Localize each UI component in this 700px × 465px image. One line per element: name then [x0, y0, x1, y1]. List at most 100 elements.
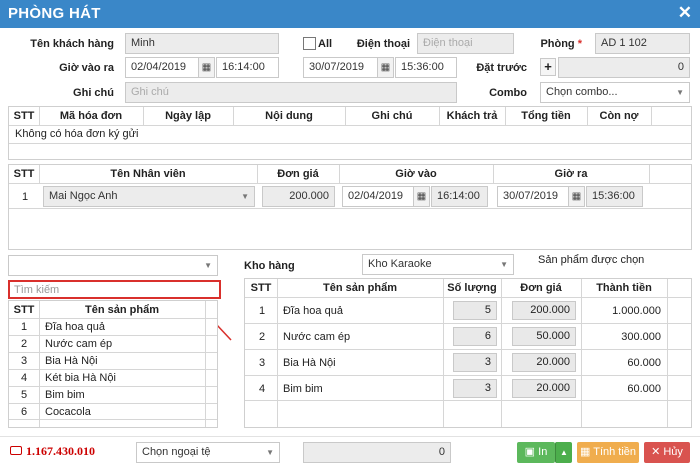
- combo-value: Chọn combo...: [546, 86, 618, 98]
- staff-out-date-input[interactable]: 30/07/2019: [497, 186, 569, 207]
- qty-input[interactable]: 5: [453, 301, 497, 320]
- qty-input[interactable]: 3: [453, 353, 497, 372]
- chevron-down-icon: ▼: [266, 448, 274, 457]
- item-stt: 1: [21, 321, 28, 333]
- staff-name: Mai Ngọc Anh: [49, 190, 118, 202]
- table-row[interactable]: 1 Đĩa hoa quả 5 200.000 1.000.000: [245, 297, 691, 323]
- staff-in-time-input[interactable]: 16:14:00: [431, 186, 488, 207]
- note-input[interactable]: Ghi chú: [125, 82, 457, 103]
- product-search-input[interactable]: Tìm kiếm: [8, 280, 221, 299]
- product-list-table: STT Tên sản phẩm 1 Đĩa hoa quả 2 Nước cam …: [8, 300, 218, 428]
- column-header: STT: [13, 110, 35, 122]
- calendar-icon[interactable]: ▦: [413, 186, 430, 207]
- chevron-down-icon: ▼: [204, 261, 212, 270]
- table-row[interactable]: 4 Bim bim 3 20.000 60.000: [245, 375, 691, 401]
- room-input[interactable]: AD 1 102: [595, 33, 690, 54]
- checkin-date-input[interactable]: 02/04/2019: [125, 57, 199, 78]
- price-input[interactable]: 20.000: [512, 353, 576, 372]
- combo-select[interactable]: Chọn combo... ▼: [540, 82, 690, 103]
- price-input[interactable]: 50.000: [512, 327, 576, 346]
- cancel-label: Hủy: [663, 446, 683, 458]
- staff-out-time-input[interactable]: 15:36:00: [586, 186, 643, 207]
- row-total: 300.000: [621, 331, 661, 343]
- list-item[interactable]: 6 Cocacola: [9, 403, 217, 420]
- row-stt: 1: [22, 191, 29, 203]
- footer-divider: [0, 436, 700, 437]
- total-amount: 1.167.430.010: [26, 444, 95, 458]
- checkin-time-input[interactable]: 16:14:00: [216, 57, 279, 78]
- foreign-amount-input[interactable]: 0: [303, 442, 451, 463]
- close-icon[interactable]: ✕: [678, 3, 692, 23]
- category-select[interactable]: ▼: [8, 255, 218, 276]
- column-header: Tên sản phẩm: [85, 304, 159, 316]
- item-stt: 2: [21, 338, 28, 350]
- all-label: All: [318, 38, 333, 50]
- column-header: Giờ vào: [395, 168, 437, 180]
- item-name: Nước cam ép: [45, 338, 113, 350]
- calendar-icon[interactable]: ▦: [568, 186, 585, 207]
- chevron-up-icon: ▲: [560, 448, 568, 457]
- calendar-icon[interactable]: ▦: [377, 57, 394, 78]
- row-total: 1.000.000: [612, 305, 661, 317]
- window-titlebar: PHÒNG HÁT ✕: [0, 0, 700, 28]
- list-item[interactable]: 1 Đĩa hoa quả: [9, 318, 217, 335]
- money-icon: [10, 446, 22, 455]
- item-name: Bia Hà Nội: [45, 355, 98, 367]
- staff-price-input[interactable]: 200.000: [262, 186, 335, 207]
- note-label: Ghi chú: [73, 87, 114, 99]
- all-checkbox[interactable]: [303, 37, 316, 50]
- price-input[interactable]: 20.000: [512, 379, 576, 398]
- item-name: Cocacola: [45, 406, 91, 418]
- item-stt: 4: [21, 372, 28, 384]
- print-options-button[interactable]: ▲: [555, 442, 572, 463]
- item-name: Đĩa hoa quả: [45, 321, 105, 333]
- phone-input[interactable]: Điện thoại: [417, 33, 514, 54]
- warehouse-select[interactable]: Kho Karaoke ▼: [362, 254, 514, 275]
- list-item[interactable]: 4 Két bia Hà Nội: [9, 369, 217, 386]
- column-header: Mã hóa đơn: [59, 110, 123, 122]
- qty-input[interactable]: 3: [453, 379, 497, 398]
- cancel-button[interactable]: ✕ Hủy: [644, 442, 690, 463]
- column-header: Tên Nhân viên: [110, 168, 186, 180]
- row-name: Nước cam ép: [283, 331, 351, 343]
- column-header: STT: [250, 282, 272, 294]
- calendar-icon[interactable]: ▦: [198, 57, 215, 78]
- item-name: Bim bim: [45, 389, 85, 401]
- customer-input[interactable]: Minh: [125, 33, 279, 54]
- price-input[interactable]: 200.000: [512, 301, 576, 320]
- item-stt: 3: [21, 355, 28, 367]
- empty-message: Không có hóa đơn ký gửi: [15, 128, 139, 140]
- deposit-input[interactable]: 0: [558, 57, 690, 78]
- staff-select[interactable]: Mai Ngọc Anh ▼: [43, 186, 255, 207]
- checkout-time-input[interactable]: 15:36:00: [395, 57, 457, 78]
- list-item[interactable]: 3 Bia Hà Nội: [9, 352, 217, 369]
- currency-value: Chọn ngoại tệ: [142, 446, 211, 458]
- column-header: STT: [13, 168, 35, 180]
- row-stt: 4: [259, 383, 266, 395]
- column-header: Nội dung: [265, 110, 313, 122]
- list-item[interactable]: 2 Nước cam ép: [9, 335, 217, 352]
- add-deposit-button[interactable]: +: [540, 58, 556, 76]
- row-total: 60.000: [627, 357, 661, 369]
- checkout-date-input[interactable]: 30/07/2019: [303, 57, 378, 78]
- currency-select[interactable]: Chọn ngoại tệ ▼: [136, 442, 280, 463]
- staff-in-date-input[interactable]: 02/04/2019: [342, 186, 414, 207]
- invoice-table: STT Mã hóa đơn Ngày lập Nội dung Ghi chú…: [8, 106, 692, 160]
- phone-label: Điện thoại: [356, 38, 410, 50]
- table-row[interactable]: 2 Nước cam ép 6 50.000 300.000: [245, 323, 691, 349]
- row-stt: 2: [259, 331, 266, 343]
- chevron-down-icon: ▼: [676, 88, 684, 97]
- chevron-down-icon: ▼: [241, 192, 249, 201]
- required-star: *: [577, 38, 582, 50]
- qty-input[interactable]: 6: [453, 327, 497, 346]
- column-header: Tên sản phẩm: [323, 282, 397, 294]
- table-row[interactable]: 1 Mai Ngọc Anh ▼ 200.000 02/04/2019 ▦ 16:…: [9, 183, 691, 209]
- table-row[interactable]: 3 Bia Hà Nội 3 20.000 60.000: [245, 349, 691, 375]
- column-header: Đơn giá: [520, 282, 562, 294]
- row-name: Bim bim: [283, 383, 323, 395]
- print-button[interactable]: ▣ In: [517, 442, 555, 463]
- column-header: Tổng tiền: [521, 110, 571, 122]
- customer-label: Tên khách hàng: [30, 38, 114, 50]
- calculate-button[interactable]: ▦ Tính tiền: [577, 442, 639, 463]
- list-item[interactable]: 5 Bim bim: [9, 386, 217, 403]
